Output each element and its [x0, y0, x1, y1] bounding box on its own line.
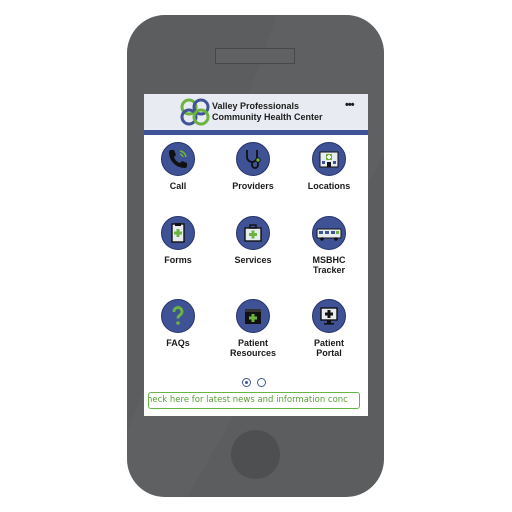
tile-call[interactable]: Call — [144, 142, 215, 191]
tile-providers[interactable]: Providers — [216, 142, 290, 191]
page-indicator — [240, 377, 272, 389]
tile-patient-resources-label: Patient Resources — [229, 338, 277, 358]
tile-msbhc-tracker-label: MSBHC Tracker — [312, 255, 346, 275]
brand-title: Valley Professionals Community Health Ce… — [212, 101, 323, 123]
more-menu-icon[interactable]: ••• — [345, 99, 355, 111]
tile-faqs-label: FAQs — [166, 338, 190, 348]
bus-icon — [312, 216, 346, 250]
tile-services[interactable]: Services — [216, 216, 290, 265]
tile-forms[interactable]: Forms — [144, 216, 215, 265]
logo-icon — [180, 98, 210, 126]
page-dot-1[interactable] — [242, 378, 251, 387]
clipboard-icon — [161, 216, 195, 250]
brand-title-line1: Valley Professionals — [212, 101, 300, 111]
app-header: Valley Professionals Community Health Ce… — [144, 94, 368, 135]
speaker-grille — [215, 48, 295, 64]
stethoscope-icon — [236, 142, 270, 176]
tile-faqs[interactable]: FAQs — [144, 299, 215, 348]
news-ticker-text: heck here for latest news and informatio… — [148, 395, 348, 405]
tile-patient-portal[interactable]: Patient Portal — [292, 299, 366, 358]
first-aid-box-icon — [236, 299, 270, 333]
brand-title-line2: Community Health Center — [212, 112, 323, 122]
phone-icon — [161, 142, 195, 176]
hospital-icon — [312, 142, 346, 176]
question-icon — [161, 299, 195, 333]
news-ticker[interactable]: heck here for latest news and informatio… — [148, 392, 360, 409]
tile-call-label: Call — [169, 181, 187, 191]
tile-patient-portal-label: Patient Portal — [313, 338, 344, 358]
home-button[interactable] — [231, 430, 280, 479]
medical-kit-icon — [236, 216, 270, 250]
tile-services-label: Services — [234, 255, 272, 265]
app-screen: Valley Professionals Community Health Ce… — [144, 94, 368, 416]
tile-locations[interactable]: Locations — [292, 142, 366, 191]
tile-msbhc-tracker[interactable]: MSBHC Tracker — [292, 216, 366, 275]
tile-providers-label: Providers — [232, 181, 274, 191]
tile-locations-label: Locations — [307, 181, 351, 191]
computer-icon — [312, 299, 346, 333]
tile-patient-resources[interactable]: Patient Resources — [216, 299, 290, 358]
tile-forms-label: Forms — [164, 255, 192, 265]
page-dot-2[interactable] — [257, 378, 266, 387]
